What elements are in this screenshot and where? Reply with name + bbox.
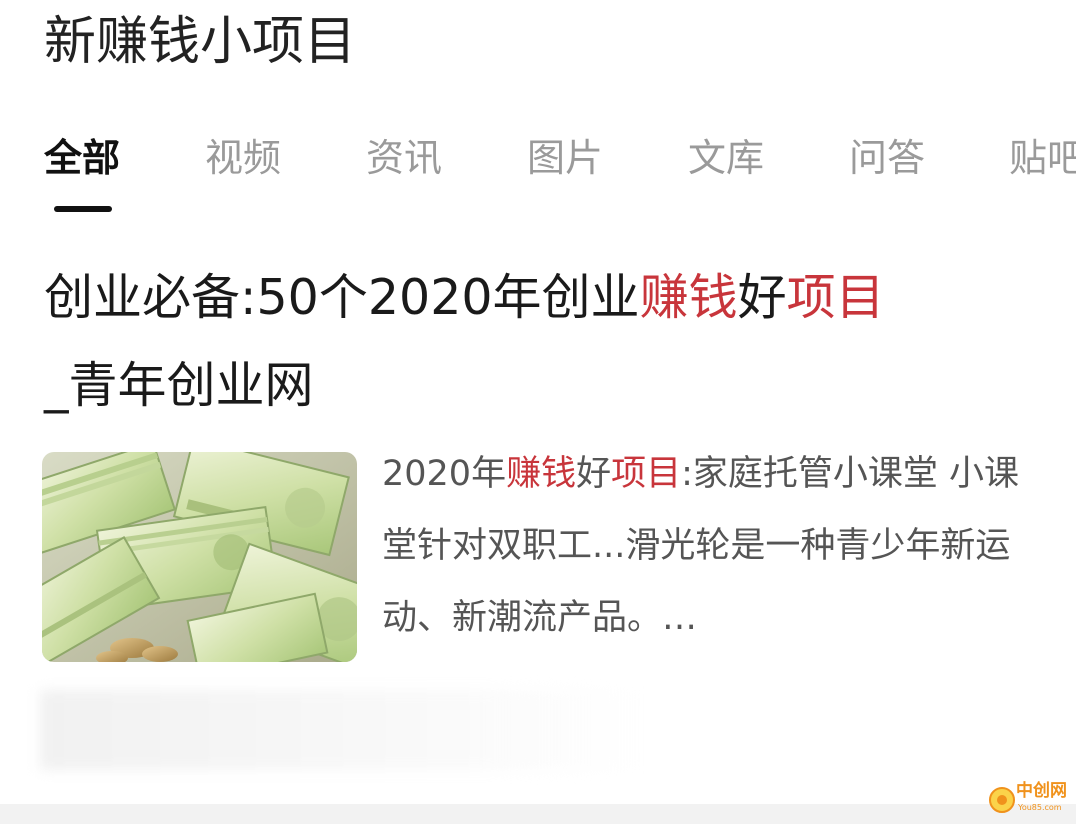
result-snippet: 2020年赚钱好项目:家庭托管小课堂 小课堂针对双职工...滑光轮是一种青少年新… <box>382 438 1032 654</box>
tab-label: 资讯 <box>366 136 443 180</box>
search-query-title: 新赚钱小项目 <box>44 12 357 72</box>
result-title-highlight: 赚钱 <box>639 269 738 326</box>
result-title-highlight: 项目 <box>786 269 885 326</box>
result-thumbnail[interactable] <box>42 452 357 662</box>
tab-video[interactable]: 视频 <box>205 124 281 224</box>
tab-news[interactable]: 资讯 <box>366 124 442 224</box>
watermark-subtext: You85.com <box>1018 803 1062 812</box>
tab-qa[interactable]: 问答 <box>849 124 925 224</box>
snippet-text: 2020年 <box>382 454 507 494</box>
money-banknotes-image <box>42 452 357 662</box>
search-type-tabs: 全部 视频 资讯 图片 文库 问答 贴吧 <box>0 124 1076 224</box>
result-title-text: 好 <box>737 269 787 326</box>
active-tab-indicator <box>54 206 112 212</box>
site-watermark: 中创网 You85.com <box>988 776 1072 820</box>
snippet-highlight: 项目 <box>611 454 682 494</box>
tab-label: 视频 <box>205 136 282 180</box>
tab-label: 图片 <box>527 136 604 180</box>
tab-label: 全部 <box>44 136 121 180</box>
blurred-content-placeholder <box>40 690 640 770</box>
tab-all[interactable]: 全部 <box>44 124 120 224</box>
watermark-text: 中创网 <box>1016 781 1067 801</box>
tab-tieba[interactable]: 贴吧 <box>1009 124 1076 224</box>
tab-library[interactable]: 文库 <box>688 124 764 224</box>
tab-images[interactable]: 图片 <box>527 124 603 224</box>
result-title-text: _青年创业网 <box>44 357 314 414</box>
snippet-text: 好 <box>576 454 612 494</box>
snippet-highlight: 赚钱 <box>506 454 577 494</box>
tab-label: 问答 <box>849 136 926 180</box>
bottom-bar <box>0 804 1076 824</box>
tab-label: 贴吧 <box>1009 136 1076 180</box>
tab-label: 文库 <box>688 136 765 180</box>
result-title-link[interactable]: 创业必备:50个2020年创业赚钱好项目 _青年创业网 <box>44 254 1034 430</box>
result-title-text: 创业必备:50个2020年创业 <box>44 269 640 326</box>
